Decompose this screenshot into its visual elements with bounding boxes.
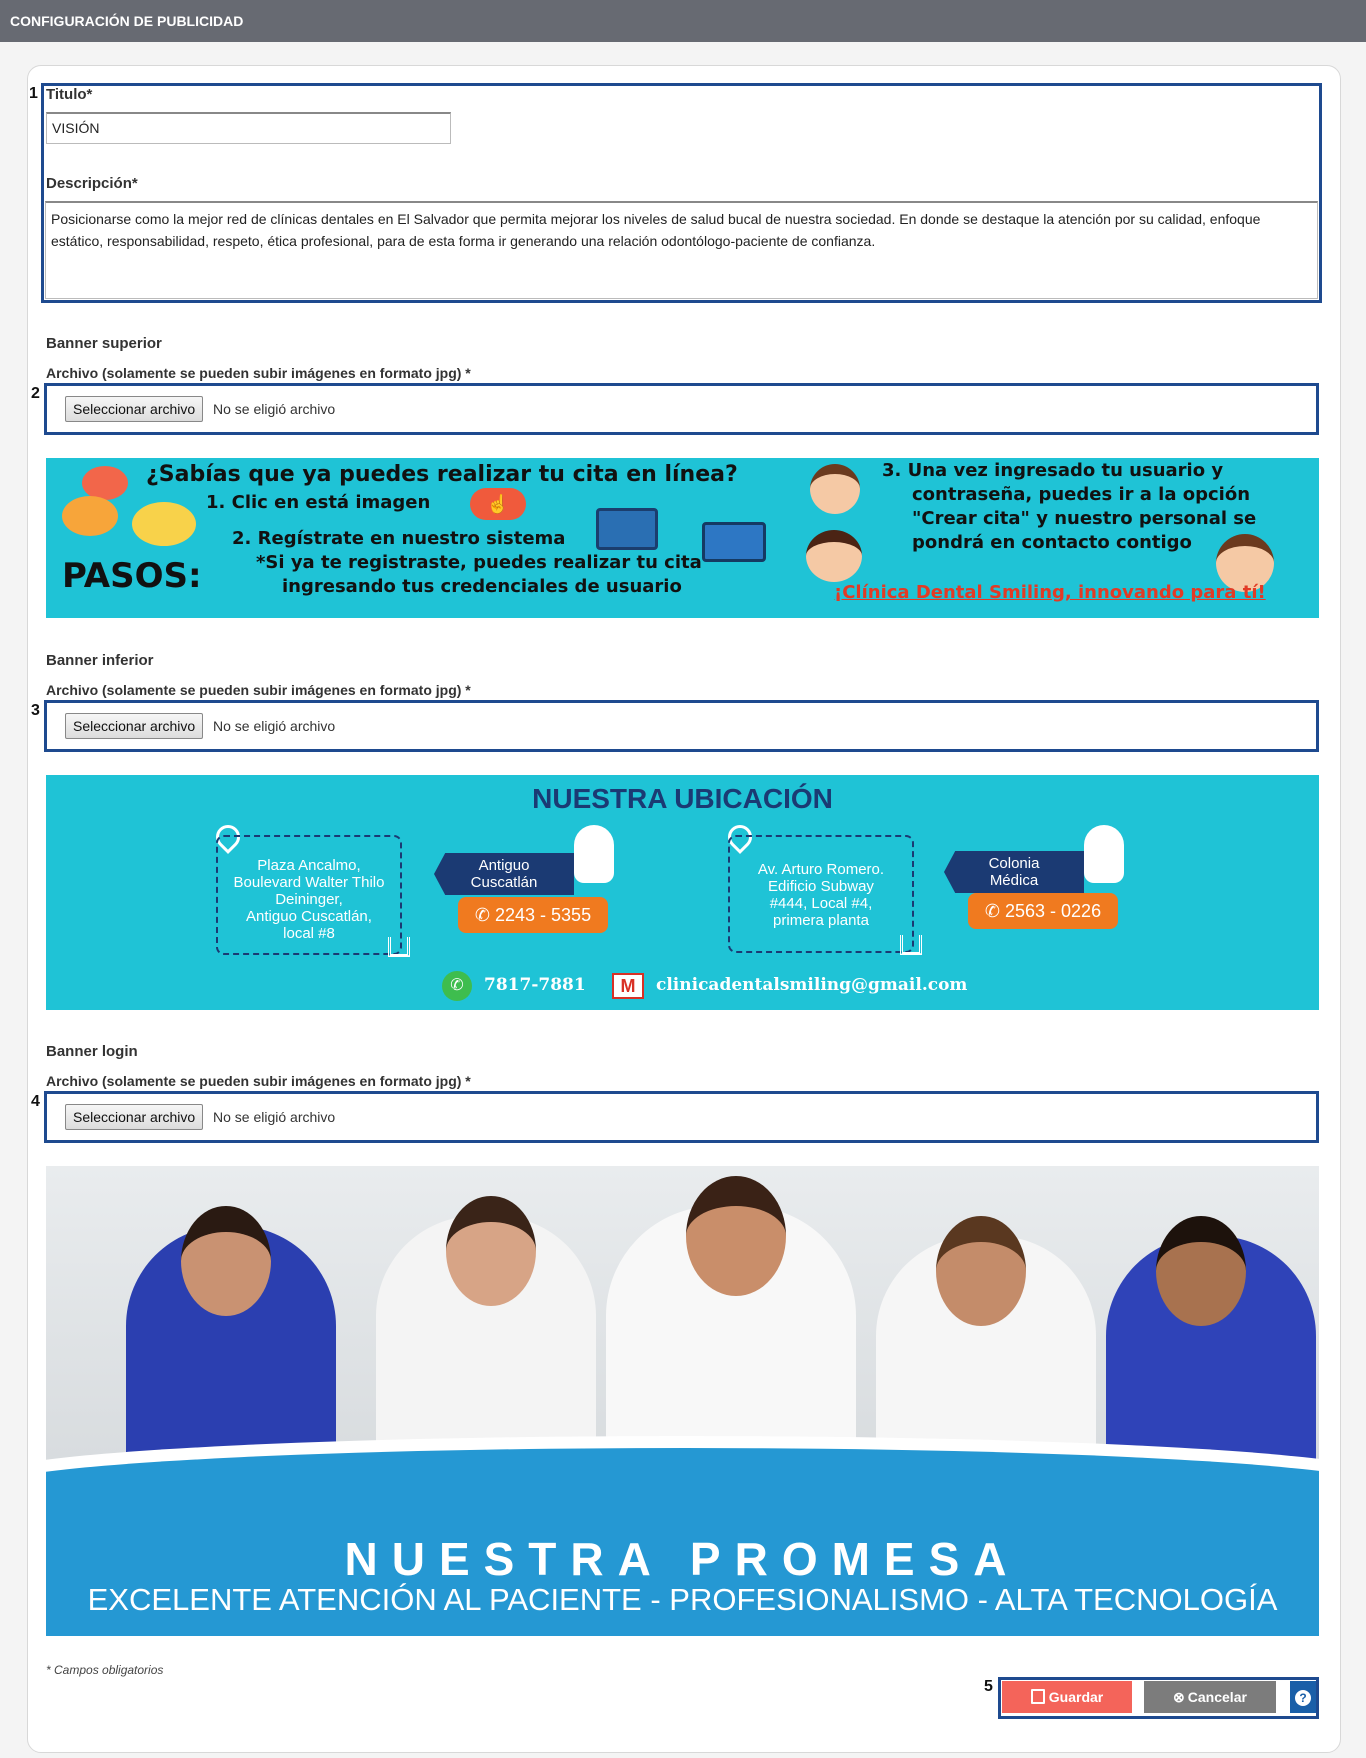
save-icon bbox=[1030, 1689, 1045, 1704]
address-1-line-2: Boulevard Walter Thilo bbox=[233, 874, 385, 891]
page-title: CONFIGURACIÓN DE PUBLICIDAD bbox=[10, 13, 244, 29]
titulo-label: Titulo* bbox=[46, 86, 93, 103]
banner-superior-note2: ingresando tus credenciales de usuario bbox=[282, 576, 682, 597]
banner-inferior-image[interactable]: NUESTRA UBICACIÓN Plaza Ancalmo, Bouleva… bbox=[46, 775, 1319, 1010]
banner-login-image[interactable]: NUESTRA PROMESA EXCELENTE ATENCIÓN AL PA… bbox=[46, 1166, 1319, 1636]
address-1-line-1: Plaza Ancalmo, bbox=[257, 857, 361, 874]
banner-superior-step2: 2. Regístrate en nuestro sistema bbox=[232, 528, 566, 549]
location-2-name-line-2: Médica bbox=[989, 872, 1039, 889]
save-label: Guardar bbox=[1048, 1689, 1104, 1705]
page-header: CONFIGURACIÓN DE PUBLICIDAD bbox=[0, 0, 1366, 42]
save-button[interactable]: Guardar bbox=[1002, 1681, 1132, 1713]
cancel-button[interactable]: ⊗ Cancelar bbox=[1144, 1681, 1276, 1713]
location-1-phone: 2243 - 5355 bbox=[495, 905, 592, 925]
phone-icon-2: ✆ bbox=[984, 901, 1005, 921]
whatsapp-number: 7817-7881 bbox=[484, 975, 586, 995]
banner-superior-image[interactable]: ¿Sabías que ya puedes realizar tu cita e… bbox=[46, 458, 1319, 618]
help-label: ? bbox=[1299, 1691, 1307, 1705]
banner-inferior-file-status: No se eligió archivo bbox=[213, 718, 336, 734]
address-1-line-3: Deininger, bbox=[275, 891, 343, 908]
marker-3: 3 bbox=[31, 702, 40, 719]
banner-superior-step3b: contraseña, puedes ir a la opción bbox=[912, 484, 1251, 505]
computer-icon bbox=[596, 508, 658, 550]
banner-superior-slogan: ¡Clínica Dental Smiling, innovando para … bbox=[834, 582, 1266, 603]
marker-1: 1 bbox=[29, 85, 38, 102]
location-1-name-line-2: Cuscatlán bbox=[470, 874, 538, 891]
email-address: clinicadentalsmiling@gmail.com bbox=[656, 975, 968, 995]
promesa-title: NUESTRA PROMESA bbox=[344, 1533, 1021, 1585]
address-2-line-4: primera planta bbox=[773, 912, 869, 929]
address-1-line-4: Antiguo Cuscatlán, bbox=[246, 908, 372, 925]
descripcion-label: Descripción* bbox=[46, 175, 138, 192]
banner-superior-step3c: "Crear cita" y nuestro personal se bbox=[912, 508, 1257, 529]
boy-avatar-icon bbox=[810, 464, 860, 514]
gmail-icon: M bbox=[612, 973, 644, 999]
banner-inferior-file-button[interactable]: Seleccionar archivo bbox=[65, 713, 204, 739]
banner-login-file-status: No se eligió archivo bbox=[213, 1109, 336, 1125]
address-1-box: Plaza Ancalmo, Boulevard Walter Thilo De… bbox=[216, 835, 402, 955]
cancel-icon: ⊗ bbox=[1173, 1689, 1185, 1705]
banner-superior-step3d: pondrá en contacto contigo bbox=[912, 532, 1192, 553]
titulo-input[interactable]: VISIÓN bbox=[46, 112, 451, 144]
banner-superior-step1: 1. Clic en está imagen bbox=[206, 492, 431, 513]
required-fields-note: * Campos obligatorios bbox=[46, 1663, 164, 1677]
address-2-line-2: Edificio Subway bbox=[768, 878, 874, 895]
marker-2: 2 bbox=[31, 385, 40, 402]
banner-superior-note: *Si ya te registraste, puedes realizar t… bbox=[256, 552, 702, 573]
ubicacion-title: NUESTRA UBICACIÓN bbox=[532, 783, 833, 814]
speech-bubbles-icon bbox=[62, 466, 198, 548]
banner-superior-file-button[interactable]: Seleccionar archivo bbox=[65, 396, 204, 422]
banner-login-title: Banner login bbox=[46, 1043, 138, 1060]
promesa-subtitle: EXCELENTE ATENCIÓN AL PACIENTE - PROFESI… bbox=[87, 1582, 1278, 1617]
help-button[interactable]: ? bbox=[1290, 1681, 1316, 1713]
monitor-icon bbox=[702, 522, 766, 562]
tooth-mascot-icon-2 bbox=[1084, 825, 1124, 883]
address-2-box: Av. Arturo Romero. Edificio Subway #444,… bbox=[728, 835, 914, 953]
address-2-line-1: Av. Arturo Romero. bbox=[757, 861, 885, 878]
location-2-name-ribbon: Colonia Médica bbox=[944, 851, 1084, 893]
banner-superior-file-status: No se eligió archivo bbox=[213, 401, 336, 417]
banner-superior-pasos: PASOS: bbox=[62, 556, 202, 596]
banner-login-file-label: Archivo (solamente se pueden subir imáge… bbox=[46, 1073, 471, 1089]
location-2-name-line-1: Colonia bbox=[988, 855, 1040, 872]
banner-superior-step3a: 3. Una vez ingresado tu usuario y bbox=[882, 460, 1224, 481]
address-2-line-3: #444, Local #4, bbox=[769, 895, 873, 912]
building-icon bbox=[388, 937, 410, 957]
banner-superior-headline: ¿Sabías que ya puedes realizar tu cita e… bbox=[146, 462, 738, 487]
tooth-mascot-icon bbox=[574, 825, 614, 883]
banner-login-file-button[interactable]: Seleccionar archivo bbox=[65, 1104, 204, 1130]
location-1-name-ribbon: Antiguo Cuscatlán bbox=[434, 853, 574, 895]
building-icon-2 bbox=[900, 935, 922, 955]
whatsapp-icon: ✆ bbox=[442, 971, 472, 1001]
location-1-name-line-1: Antiguo bbox=[478, 857, 530, 874]
help-icon: ? bbox=[1295, 1690, 1311, 1706]
marker-5: 5 bbox=[984, 1678, 993, 1695]
descripcion-textarea[interactable]: Posicionarse como la mejor red de clínic… bbox=[45, 201, 1318, 299]
banner-inferior-title: Banner inferior bbox=[46, 652, 154, 669]
banner-inferior-file-label: Archivo (solamente se pueden subir imáge… bbox=[46, 682, 471, 698]
marker-4: 4 bbox=[31, 1093, 40, 1110]
click-hand-icon: ☝ bbox=[470, 488, 526, 520]
banner-superior-file-label: Archivo (solamente se pueden subir imáge… bbox=[46, 365, 471, 381]
address-1-line-5: local #8 bbox=[283, 925, 335, 942]
location-2-phone-badge: ✆ 2563 - 0226 bbox=[968, 893, 1118, 929]
location-2-phone: 2563 - 0226 bbox=[1005, 901, 1102, 921]
location-1-phone-badge: ✆ 2243 - 5355 bbox=[458, 897, 608, 933]
girl-avatar-icon bbox=[806, 530, 862, 582]
cancel-label: Cancelar bbox=[1187, 1689, 1247, 1705]
phone-icon: ✆ bbox=[474, 905, 495, 925]
banner-superior-title: Banner superior bbox=[46, 335, 162, 352]
